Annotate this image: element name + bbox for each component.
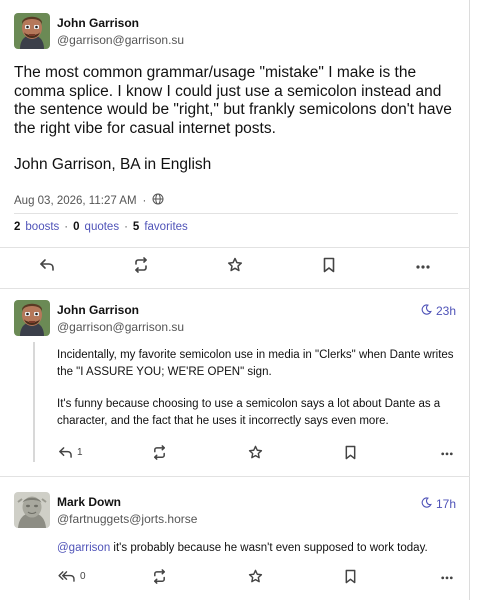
favorite-button[interactable] — [248, 569, 263, 584]
reply-paragraph: @garrison it's probably because he wasn'… — [57, 540, 462, 557]
bookmark-icon — [322, 257, 336, 273]
boost-icon — [133, 257, 149, 273]
reply-body: Incidentally, my favorite semicolon use … — [57, 347, 462, 429]
boost-button[interactable] — [152, 445, 167, 460]
star-icon — [227, 257, 243, 273]
bookmark-icon — [344, 569, 357, 584]
author-name[interactable]: Mark Down — [57, 495, 121, 509]
post-stats: 2 boosts · 0 quotes · 5 favorites — [14, 221, 188, 233]
more-icon — [415, 259, 431, 273]
reply-count: 0 — [80, 571, 86, 582]
post-paragraph: John Garrison, BA in English — [14, 156, 212, 173]
post-body: The most common grammar/usage "mistake" … — [14, 64, 464, 175]
more-button[interactable] — [440, 447, 454, 459]
star-icon — [248, 569, 263, 584]
divider — [14, 213, 458, 214]
moon-icon — [421, 497, 432, 511]
reply-icon — [39, 258, 55, 272]
boost-button[interactable] — [133, 257, 149, 273]
stats-separator: · — [124, 221, 128, 233]
bookmark-icon — [344, 445, 357, 460]
meta-separator: · — [142, 194, 147, 207]
boosts-link[interactable]: boosts — [25, 221, 59, 233]
reply-text: it's probably because he wasn't even sup… — [110, 542, 428, 554]
post-paragraph: The most common grammar/usage "mistake" … — [14, 64, 452, 137]
favorites-count: 5 — [132, 221, 140, 233]
bookmark-button[interactable] — [322, 257, 336, 273]
relative-time: 17h — [435, 497, 456, 511]
author-name[interactable]: John Garrison — [57, 303, 139, 317]
boost-button[interactable] — [152, 569, 167, 584]
avatar[interactable] — [14, 300, 50, 336]
moon-icon — [421, 304, 432, 318]
boost-icon — [152, 569, 167, 584]
mention-link[interactable]: @garrison — [57, 542, 110, 554]
bookmark-button[interactable] — [344, 569, 357, 584]
divider — [0, 247, 470, 248]
bookmark-button[interactable] — [344, 445, 357, 460]
reply-body: @garrison it's probably because he wasn'… — [57, 540, 462, 557]
stats-separator: · — [64, 221, 69, 233]
author-handle[interactable]: @fartnuggets@jorts.horse — [57, 512, 197, 526]
post-timestamp[interactable]: Aug 03, 2026, 11:27 AM — [14, 195, 137, 207]
reply-time[interactable]: 23h — [421, 304, 456, 318]
quotes-count: 0 — [73, 221, 80, 233]
divider — [0, 476, 470, 477]
relative-time: 23h — [435, 304, 456, 318]
more-icon — [440, 571, 454, 583]
reply-time[interactable]: 17h — [421, 497, 456, 511]
reply-paragraph: It's funny because choosing to use a sem… — [57, 398, 441, 427]
author-handle[interactable]: @garrison@garrison.su — [57, 320, 184, 334]
favorite-button[interactable] — [248, 445, 263, 460]
thread-view: John Garrison @garrison@garrison.su The … — [0, 0, 470, 600]
boosts-count: 2 — [14, 221, 21, 233]
reply-button[interactable] — [39, 258, 55, 272]
favorite-button[interactable] — [227, 257, 243, 273]
thread-line — [33, 342, 35, 462]
favorites-link[interactable]: favorites — [144, 221, 187, 233]
reply-icon — [58, 446, 73, 459]
reply-all-icon — [58, 570, 76, 583]
author-handle[interactable]: @garrison@garrison.su — [57, 33, 184, 47]
divider — [0, 288, 470, 289]
boost-icon — [152, 445, 167, 460]
quotes-link[interactable]: quotes — [85, 221, 120, 233]
reply-button[interactable]: 1 — [58, 446, 83, 459]
star-icon — [248, 445, 263, 460]
globe-icon — [152, 193, 164, 208]
avatar[interactable] — [14, 492, 50, 528]
more-button[interactable] — [440, 571, 454, 583]
author-name[interactable]: John Garrison — [57, 16, 139, 30]
more-button[interactable] — [415, 259, 431, 273]
avatar[interactable] — [14, 13, 50, 49]
reply-paragraph: Incidentally, my favorite semicolon use … — [57, 349, 454, 378]
reply-all-button[interactable]: 0 — [58, 570, 86, 583]
reply-count: 1 — [77, 447, 83, 458]
post-meta: Aug 03, 2026, 11:27 AM · — [14, 193, 164, 208]
more-icon — [440, 447, 454, 459]
